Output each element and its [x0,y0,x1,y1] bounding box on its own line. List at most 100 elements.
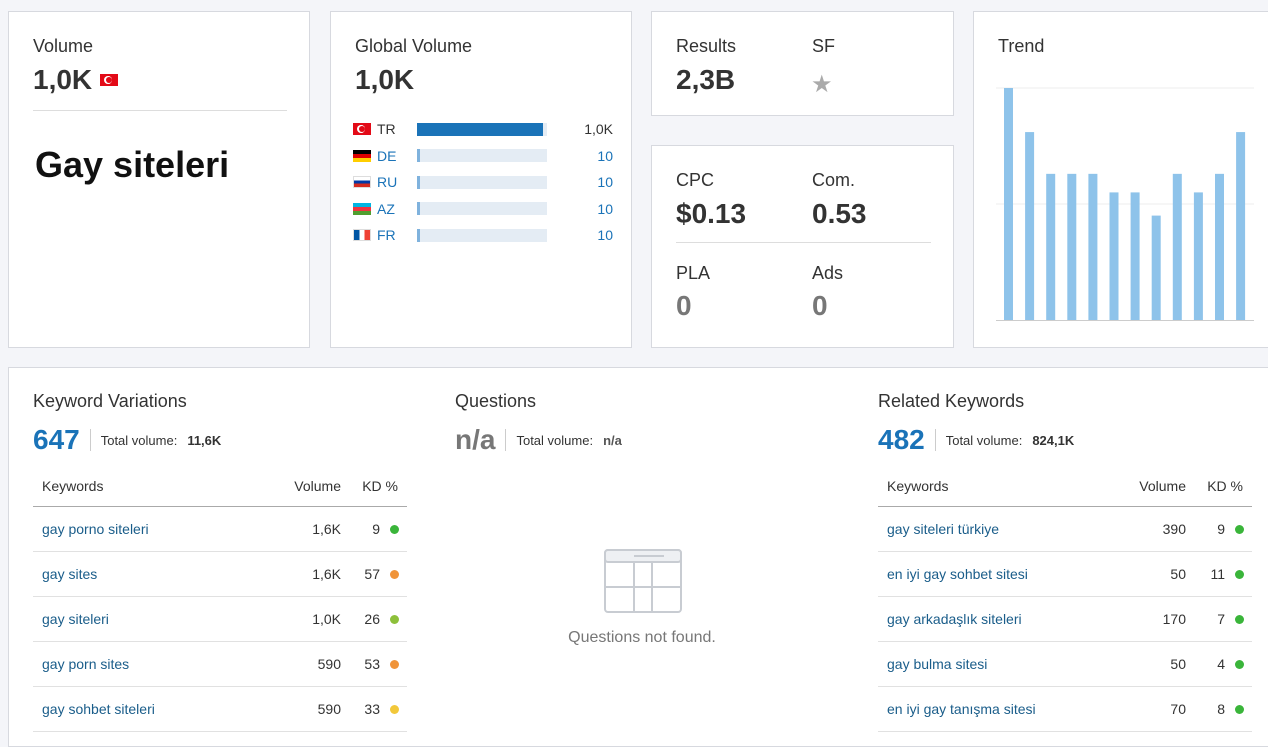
difficulty-dot-icon [1235,524,1244,534]
trend-bar[interactable] [1172,173,1182,320]
country-code: FR [377,227,396,243]
country-row[interactable]: DE 10 [353,146,613,166]
results-value: 2,3B [676,64,736,95]
country-share-bar [417,175,547,189]
keyword-volume: 170 [1162,611,1186,627]
keywords-column-header[interactable]: Keywords [878,478,1106,494]
keyword-link[interactable]: gay siteleri [33,611,261,627]
trend-bar[interactable] [1130,192,1140,320]
trend-bar[interactable] [1236,132,1246,320]
country-share-fill [417,175,420,189]
trend-bar[interactable] [1088,173,1098,320]
trend-bar[interactable] [1151,215,1161,320]
keyword-link[interactable]: gay bulma sitesi [878,656,1106,672]
divider [505,429,507,451]
sf-label: SF [812,36,836,56]
related-keywords-table: Keywords Volume KD % gay siteleri türkiye 39… [878,466,1252,732]
volume-value: 1,0K [33,64,93,95]
country-code: DE [377,147,397,164]
trend-bar[interactable] [1025,132,1035,320]
country-volume: 10 [597,147,613,164]
star-icon[interactable]: ★ [811,70,833,99]
keyword-difficulty: 53 [364,656,380,672]
country-code: AZ [377,200,395,217]
keyword-difficulty: 9 [1217,521,1225,537]
table-header: Keywords Volume KD % [33,466,407,507]
keyword-link[interactable]: en iyi gay tanışma sitesi [878,701,1106,717]
results-card: Results 2,3B SF ★ [651,11,954,116]
difficulty-dot-icon [390,704,399,714]
com-label: Com. [812,170,856,190]
volume-column-header[interactable]: Volume [1106,478,1186,494]
keyword-link[interactable]: gay sohbet siteleri [33,701,261,717]
ads-value: 0 [812,290,828,321]
table-row: gay siteleri türkiye 390 9 [878,507,1252,552]
kd-column-header[interactable]: KD % [1186,478,1252,494]
country-code: RU [377,174,398,190]
keyword-volume: 390 [1162,521,1186,537]
country-share-fill [417,228,420,242]
trend-chart [996,87,1254,321]
pla-value: 0 [676,290,692,321]
country-row[interactable]: AZ 10 [353,199,613,219]
difficulty-dot-icon [390,659,399,669]
trend-bar[interactable] [1215,173,1224,320]
country-share-bar [417,149,547,162]
keyword-difficulty: 9 [372,521,380,537]
volume-column-header[interactable]: Volume [261,478,341,494]
keyword-link[interactable]: gay siteleri türkiye [878,521,1106,537]
keyword-difficulty: 11 [1210,566,1225,582]
related-keywords-count[interactable]: 482 [878,424,925,456]
keyword-volume: 1,6K [312,521,341,537]
global-volume-value: 1,0K [355,64,415,95]
az-flag-icon [353,202,371,215]
keyword-link[interactable]: gay porno siteleri [33,521,261,537]
keyword-difficulty: 7 [1217,611,1225,627]
keyword-link[interactable]: gay sites [33,566,261,582]
keyword-variations-table: Keywords Volume KD % gay porno siteleri 1,6K… [33,466,407,732]
country-row[interactable]: FR 10 [353,225,613,245]
keyword-variations-count[interactable]: 647 [33,424,80,456]
related-keywords-title[interactable]: Related Keywords [878,391,1024,412]
trend-bar[interactable] [1046,173,1056,320]
divider [33,110,287,111]
trend-label: Trend [998,36,1045,56]
volume-label: Volume [33,36,94,56]
trend-bar[interactable] [1067,173,1077,320]
keyword-link[interactable]: en iyi gay sohbet sitesi [878,566,1106,582]
fr-flag-icon [353,229,371,241]
keyword-variations-title[interactable]: Keyword Variations [33,391,187,412]
kd-column-header[interactable]: KD % [341,478,407,494]
questions-title[interactable]: Questions [455,391,536,412]
pla-label: PLA [676,263,711,283]
trend-bar[interactable] [1109,192,1119,320]
total-volume-label: Total volume: [945,432,1023,448]
keyword-difficulty: 8 [1217,701,1225,717]
trend-bar[interactable] [1004,88,1013,320]
difficulty-dot-icon [1235,659,1244,669]
country-share-bar [417,202,547,215]
keywords-column-header[interactable]: Keywords [33,478,261,494]
keyword-overview-panel: Keyword Variations 647 Total volume: 11,… [8,367,1268,747]
table-row: gay porno siteleri 1,6K 9 [33,507,407,552]
table-row: gay siteleri 1,0K 26 [33,597,407,642]
keyword-volume: 50 [1170,566,1186,582]
keyword-link[interactable]: gay arkadaşlık siteleri [878,611,1106,627]
questions-empty-text: Questions not found. [568,629,716,646]
keyword-volume: 590 [317,701,341,717]
country-row[interactable]: RU 10 [353,172,613,192]
de-flag-icon [353,149,371,162]
results-label: Results [676,36,737,56]
turkey-flag-icon [100,74,119,86]
country-volume: 10 [597,200,613,217]
trend-bar[interactable] [1193,192,1203,320]
volume-card: Volume 1,0K Gay siteleri [8,11,310,348]
country-code: TR [377,121,396,137]
difficulty-dot-icon [1235,704,1244,714]
global-volume-card: Global Volume 1,0K TR 1,0K DE 10 RU 10 AZ 10 FR 1… [330,11,632,348]
keyword-difficulty: 57 [364,566,380,582]
keyword-link[interactable]: gay porn sites [33,656,261,672]
cpc-card: CPC $0.13 Com. 0.53 PLA 0 Ads 0 [651,145,954,348]
divider [934,429,936,451]
keyword-title: Gay siteleri [35,144,230,185]
